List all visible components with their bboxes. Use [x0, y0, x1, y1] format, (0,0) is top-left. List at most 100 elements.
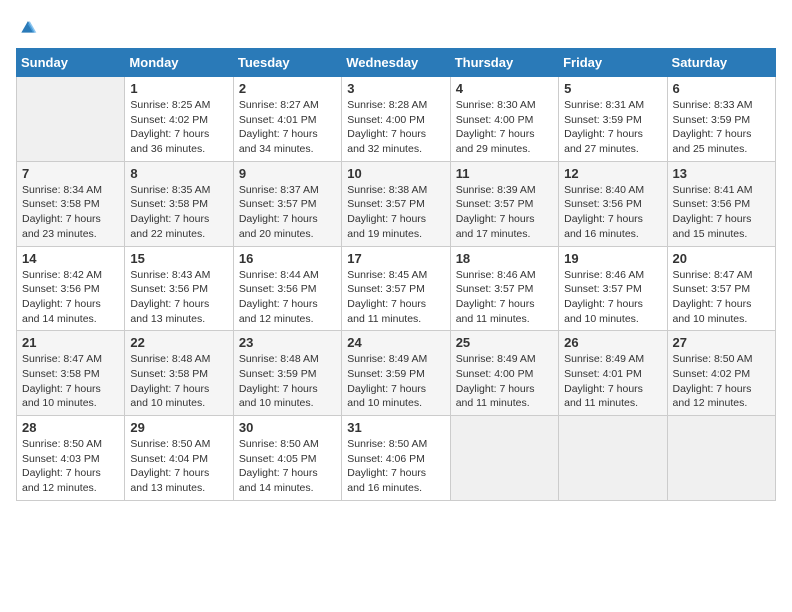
calendar-cell: 22 Sunrise: 8:48 AMSunset: 3:58 PMDayligh…: [125, 331, 233, 416]
calendar-cell: [17, 77, 125, 162]
cell-info: Sunrise: 8:34 AMSunset: 3:58 PMDaylight:…: [22, 183, 119, 242]
header-sunday: Sunday: [17, 49, 125, 77]
day-number: 27: [673, 335, 770, 350]
cell-info: Sunrise: 8:45 AMSunset: 3:57 PMDaylight:…: [347, 268, 444, 327]
cell-info: Sunrise: 8:49 AMSunset: 3:59 PMDaylight:…: [347, 352, 444, 411]
day-number: 5: [564, 81, 661, 96]
cell-info: Sunrise: 8:31 AMSunset: 3:59 PMDaylight:…: [564, 98, 661, 157]
cell-info: Sunrise: 8:38 AMSunset: 3:57 PMDaylight:…: [347, 183, 444, 242]
calendar-cell: 18 Sunrise: 8:46 AMSunset: 3:57 PMDayligh…: [450, 246, 558, 331]
calendar-week-1: 1 Sunrise: 8:25 AMSunset: 4:02 PMDaylight…: [17, 77, 776, 162]
cell-info: Sunrise: 8:35 AMSunset: 3:58 PMDaylight:…: [130, 183, 227, 242]
day-number: 9: [239, 166, 336, 181]
calendar-cell: 24 Sunrise: 8:49 AMSunset: 3:59 PMDayligh…: [342, 331, 450, 416]
calendar-cell: 14 Sunrise: 8:42 AMSunset: 3:56 PMDayligh…: [17, 246, 125, 331]
day-number: 10: [347, 166, 444, 181]
day-number: 7: [22, 166, 119, 181]
calendar-week-3: 14 Sunrise: 8:42 AMSunset: 3:56 PMDayligh…: [17, 246, 776, 331]
calendar-cell: 6 Sunrise: 8:33 AMSunset: 3:59 PMDaylight…: [667, 77, 775, 162]
calendar-cell: 2Sunrise: 8:27 AMSunset: 4:01 PMDaylight…: [233, 77, 341, 162]
header-friday: Friday: [559, 49, 667, 77]
calendar-table: SundayMondayTuesdayWednesdayThursdayFrid…: [16, 48, 776, 501]
day-number: 29: [130, 420, 227, 435]
day-number: 8: [130, 166, 227, 181]
calendar-cell: 15Sunrise: 8:43 AMSunset: 3:56 PMDayligh…: [125, 246, 233, 331]
cell-info: Sunrise: 8:49 AMSunset: 4:01 PMDaylight:…: [564, 352, 661, 411]
cell-info: Sunrise: 8:42 AMSunset: 3:56 PMDaylight:…: [22, 268, 119, 327]
calendar-cell: 8 Sunrise: 8:35 AMSunset: 3:58 PMDaylight…: [125, 161, 233, 246]
day-number: 12: [564, 166, 661, 181]
calendar-cell: 19Sunrise: 8:46 AMSunset: 3:57 PMDayligh…: [559, 246, 667, 331]
day-number: 22: [130, 335, 227, 350]
page-header: [16, 16, 776, 36]
cell-info: Sunrise: 8:48 AMSunset: 3:59 PMDaylight:…: [239, 352, 336, 411]
day-number: 26: [564, 335, 661, 350]
logo-icon: [18, 16, 38, 36]
calendar-cell: 11 Sunrise: 8:39 AMSunset: 3:57 PMDayligh…: [450, 161, 558, 246]
header-wednesday: Wednesday: [342, 49, 450, 77]
day-number: 31: [347, 420, 444, 435]
cell-info: Sunrise: 8:39 AMSunset: 3:57 PMDaylight:…: [456, 183, 553, 242]
calendar-cell: 12 Sunrise: 8:40 AMSunset: 3:56 PMDayligh…: [559, 161, 667, 246]
day-number: 18: [456, 251, 553, 266]
calendar-cell: 26 Sunrise: 8:49 AMSunset: 4:01 PMDayligh…: [559, 331, 667, 416]
cell-info: Sunrise: 8:33 AMSunset: 3:59 PMDaylight:…: [673, 98, 770, 157]
calendar-cell: 27 Sunrise: 8:50 AMSunset: 4:02 PMDayligh…: [667, 331, 775, 416]
logo: [16, 16, 38, 36]
header-tuesday: Tuesday: [233, 49, 341, 77]
header-saturday: Saturday: [667, 49, 775, 77]
header-thursday: Thursday: [450, 49, 558, 77]
cell-info: Sunrise: 8:50 AMSunset: 4:03 PMDaylight:…: [22, 437, 119, 496]
calendar-cell: 29 Sunrise: 8:50 AMSunset: 4:04 PMDayligh…: [125, 416, 233, 501]
cell-info: Sunrise: 8:50 AMSunset: 4:04 PMDaylight:…: [130, 437, 227, 496]
day-number: 4: [456, 81, 553, 96]
header-monday: Monday: [125, 49, 233, 77]
day-number: 6: [673, 81, 770, 96]
day-number: 24: [347, 335, 444, 350]
calendar-cell: 17Sunrise: 8:45 AMSunset: 3:57 PMDayligh…: [342, 246, 450, 331]
calendar-cell: 3Sunrise: 8:28 AMSunset: 4:00 PMDaylight…: [342, 77, 450, 162]
day-number: 16: [239, 251, 336, 266]
calendar-cell: 25Sunrise: 8:49 AMSunset: 4:00 PMDayligh…: [450, 331, 558, 416]
calendar-week-2: 7 Sunrise: 8:34 AMSunset: 3:58 PMDaylight…: [17, 161, 776, 246]
calendar-cell: 10 Sunrise: 8:38 AMSunset: 3:57 PMDayligh…: [342, 161, 450, 246]
day-number: 14: [22, 251, 119, 266]
day-number: 25: [456, 335, 553, 350]
calendar-cell: 4 Sunrise: 8:30 AMSunset: 4:00 PMDaylight…: [450, 77, 558, 162]
day-number: 30: [239, 420, 336, 435]
day-number: 3: [347, 81, 444, 96]
cell-info: Sunrise: 8:50 AMSunset: 4:05 PMDaylight:…: [239, 437, 336, 496]
calendar-cell: 7 Sunrise: 8:34 AMSunset: 3:58 PMDaylight…: [17, 161, 125, 246]
cell-info: Sunrise: 8:46 AMSunset: 3:57 PMDaylight:…: [456, 268, 553, 327]
day-number: 20: [673, 251, 770, 266]
calendar-cell: [667, 416, 775, 501]
day-number: 13: [673, 166, 770, 181]
calendar-header-row: SundayMondayTuesdayWednesdayThursdayFrid…: [17, 49, 776, 77]
day-number: 23: [239, 335, 336, 350]
day-number: 2: [239, 81, 336, 96]
cell-info: Sunrise: 8:25 AMSunset: 4:02 PMDaylight:…: [130, 98, 227, 157]
cell-info: Sunrise: 8:47 AMSunset: 3:58 PMDaylight:…: [22, 352, 119, 411]
day-number: 15: [130, 251, 227, 266]
cell-info: Sunrise: 8:47 AMSunset: 3:57 PMDaylight:…: [673, 268, 770, 327]
cell-info: Sunrise: 8:44 AMSunset: 3:56 PMDaylight:…: [239, 268, 336, 327]
cell-info: Sunrise: 8:30 AMSunset: 4:00 PMDaylight:…: [456, 98, 553, 157]
day-number: 11: [456, 166, 553, 181]
calendar-cell: 28Sunrise: 8:50 AMSunset: 4:03 PMDayligh…: [17, 416, 125, 501]
calendar-cell: 13 Sunrise: 8:41 AMSunset: 3:56 PMDayligh…: [667, 161, 775, 246]
cell-info: Sunrise: 8:40 AMSunset: 3:56 PMDaylight:…: [564, 183, 661, 242]
calendar-cell: 5 Sunrise: 8:31 AMSunset: 3:59 PMDaylight…: [559, 77, 667, 162]
cell-info: Sunrise: 8:48 AMSunset: 3:58 PMDaylight:…: [130, 352, 227, 411]
cell-info: Sunrise: 8:37 AMSunset: 3:57 PMDaylight:…: [239, 183, 336, 242]
calendar-week-4: 21 Sunrise: 8:47 AMSunset: 3:58 PMDayligh…: [17, 331, 776, 416]
calendar-cell: 20 Sunrise: 8:47 AMSunset: 3:57 PMDayligh…: [667, 246, 775, 331]
calendar-cell: 31Sunrise: 8:50 AMSunset: 4:06 PMDayligh…: [342, 416, 450, 501]
calendar-cell: [559, 416, 667, 501]
cell-info: Sunrise: 8:50 AMSunset: 4:02 PMDaylight:…: [673, 352, 770, 411]
day-number: 21: [22, 335, 119, 350]
day-number: 1: [130, 81, 227, 96]
calendar-cell: 1 Sunrise: 8:25 AMSunset: 4:02 PMDaylight…: [125, 77, 233, 162]
cell-info: Sunrise: 8:41 AMSunset: 3:56 PMDaylight:…: [673, 183, 770, 242]
calendar-cell: 16 Sunrise: 8:44 AMSunset: 3:56 PMDayligh…: [233, 246, 341, 331]
calendar-cell: 21 Sunrise: 8:47 AMSunset: 3:58 PMDayligh…: [17, 331, 125, 416]
